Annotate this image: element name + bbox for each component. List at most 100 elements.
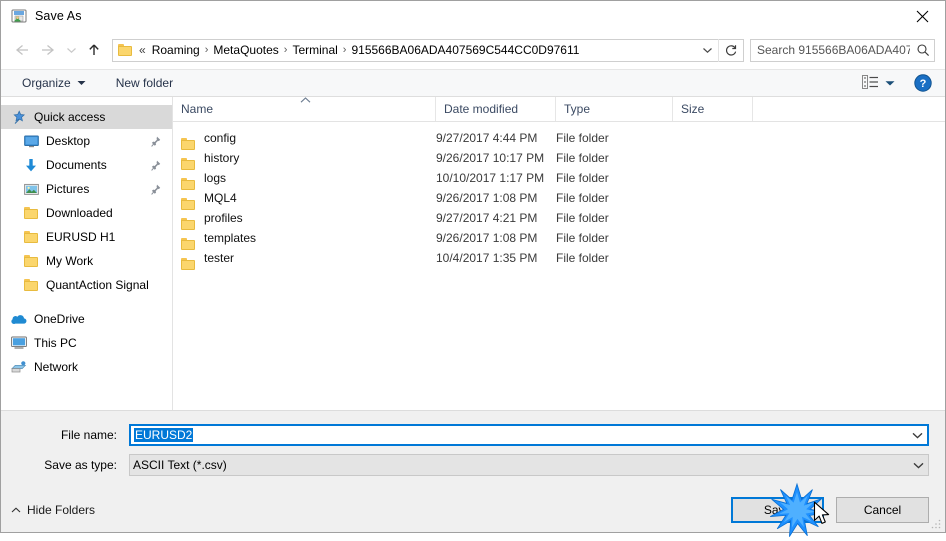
sidebar-item-label: Pictures [46,182,90,196]
file-name-field[interactable]: EURUSD2 [129,424,929,446]
file-date-cell: 9/26/2017 1:08 PM [436,231,538,245]
recent-locations-button[interactable] [61,37,81,63]
sidebar-item-label: This PC [34,336,77,350]
column-header-type[interactable]: Type [556,97,673,121]
file-type-cell: File folder [556,191,609,205]
breadcrumb-item-roaming[interactable]: Roaming [149,42,203,58]
column-header-name[interactable]: Name [173,97,436,121]
save-as-type-select[interactable]: ASCII Text (*.csv) [129,454,929,476]
sidebar-item-documents[interactable]: Documents [1,153,172,177]
file-name-cell: tester [173,251,436,265]
column-header-label: Type [564,102,591,116]
sidebar-item-label: Desktop [46,134,91,148]
table-row[interactable]: MQL4 9/26/2017 1:08 PM File folder [173,188,945,208]
organize-button[interactable]: Organize [15,72,93,94]
column-header-size[interactable]: Size [673,97,753,121]
sidebar-item-label: Documents [46,158,107,172]
search-input[interactable] [751,43,912,57]
resize-grip-icon[interactable] [930,518,942,530]
file-type-cell: File folder [556,131,609,145]
refresh-icon[interactable] [718,38,743,62]
sidebar-item-downloaded[interactable]: Downloaded [1,201,172,225]
caret-down-icon [885,80,895,87]
caret-up-icon [11,507,21,513]
breadcrumb-item-current[interactable]: 915566BA06ADA407569C544CC0D97611 [348,42,582,58]
change-view-button[interactable] [858,72,899,94]
sidebar-item-quantaction-signal[interactable]: QuantAction Signal [1,273,172,297]
thispc-icon [11,335,27,351]
file-date-cell: 10/10/2017 1:17 PM [436,171,545,185]
navigation-sidebar: Quick access Desktop Documents Pictures … [1,97,173,410]
pin-icon[interactable] [150,136,166,147]
sidebar-item-desktop[interactable]: Desktop [1,129,172,153]
forward-button[interactable] [35,37,61,63]
new-folder-button[interactable]: New folder [109,72,180,94]
file-date-cell: 9/26/2017 10:17 PM [436,151,545,165]
caret-down-icon [77,80,86,86]
file-name-value-wrap: EURUSD2 [131,428,907,442]
sidebar-item-label: Quick access [34,110,106,124]
sidebar-item-label: My Work [46,254,94,268]
sidebar-item-eurusd-h1[interactable]: EURUSD H1 [1,225,172,249]
column-header-label: Size [681,102,705,116]
folder-icon [23,229,39,245]
sidebar-item-onedrive[interactable]: OneDrive [1,307,172,331]
sidebar-item-pictures[interactable]: Pictures [1,177,172,201]
table-row[interactable]: config 9/27/2017 4:44 PM File folder [173,128,945,148]
breadcrumb-overflow[interactable]: « [139,42,149,58]
breadcrumb-separator-icon[interactable]: › [203,44,211,56]
sidebar-item-quick-access[interactable]: Quick access [1,105,172,129]
table-row[interactable]: logs 10/10/2017 1:17 PM File folder [173,168,945,188]
cancel-button[interactable]: Cancel [836,497,929,523]
table-row[interactable]: history 9/26/2017 10:17 PM File folder [173,148,945,168]
back-button[interactable] [9,37,35,63]
breadcrumb-item-terminal[interactable]: Terminal [289,42,340,58]
save-button[interactable]: Save [731,497,824,523]
folder-icon [23,205,39,221]
file-date-cell: 10/4/2017 1:35 PM [436,251,538,265]
help-icon[interactable]: ? [913,73,933,93]
table-row[interactable]: templates 9/26/2017 1:08 PM File folder [173,228,945,248]
file-type-cell: File folder [556,211,609,225]
search-icon[interactable] [912,43,934,57]
close-icon[interactable] [899,1,945,31]
hide-folders-button[interactable]: Hide Folders [11,503,95,517]
pin-icon[interactable] [150,184,166,195]
sidebar-item-network[interactable]: Network [1,355,172,379]
caret-up-icon [299,97,311,103]
sidebar-item-this-pc[interactable]: This PC [1,331,172,355]
svg-text:?: ? [920,78,927,90]
file-list-pane: Name Date modified Type Size config 9/27… [173,97,945,410]
breadcrumb-separator-icon[interactable]: › [341,44,349,56]
sidebar-item-my-work[interactable]: My Work [1,249,172,273]
file-name-label: templates [204,231,257,245]
up-button[interactable] [81,37,107,63]
organize-label: Organize [22,76,71,90]
navigation-bar: « Roaming › MetaQuotes › Terminal › 9155… [1,31,945,69]
file-name-cell: history [173,151,436,165]
address-bar[interactable]: « Roaming › MetaQuotes › Terminal › 9155… [112,38,744,62]
view-list-icon [862,74,879,92]
address-dropdown-icon[interactable] [696,40,718,61]
file-name-label: config [204,131,237,145]
chevron-down-icon[interactable] [907,432,927,439]
desktop-icon [23,133,39,149]
save-as-type-value: ASCII Text (*.csv) [133,458,227,472]
file-name-label: history [204,151,240,165]
file-type-cell: File folder [556,151,609,165]
search-box[interactable] [750,38,935,62]
file-name-value: EURUSD2 [134,428,194,442]
breadcrumb-item-metaquotes[interactable]: MetaQuotes [210,42,281,58]
folder-icon [118,42,134,58]
chevron-down-icon[interactable] [908,462,928,469]
pin-icon[interactable] [150,160,166,171]
hide-folders-label: Hide Folders [27,503,96,517]
table-row[interactable]: tester 10/4/2017 1:35 PM File folder [173,248,945,268]
breadcrumb-separator-icon[interactable]: › [282,44,290,56]
column-header-label: Name [181,102,214,116]
file-rows: config 9/27/2017 4:44 PM File folder his… [173,122,945,410]
column-header-date-modified[interactable]: Date modified [436,97,556,121]
sidebar-item-label: OneDrive [34,312,85,326]
table-row[interactable]: profiles 9/27/2017 4:21 PM File folder [173,208,945,228]
